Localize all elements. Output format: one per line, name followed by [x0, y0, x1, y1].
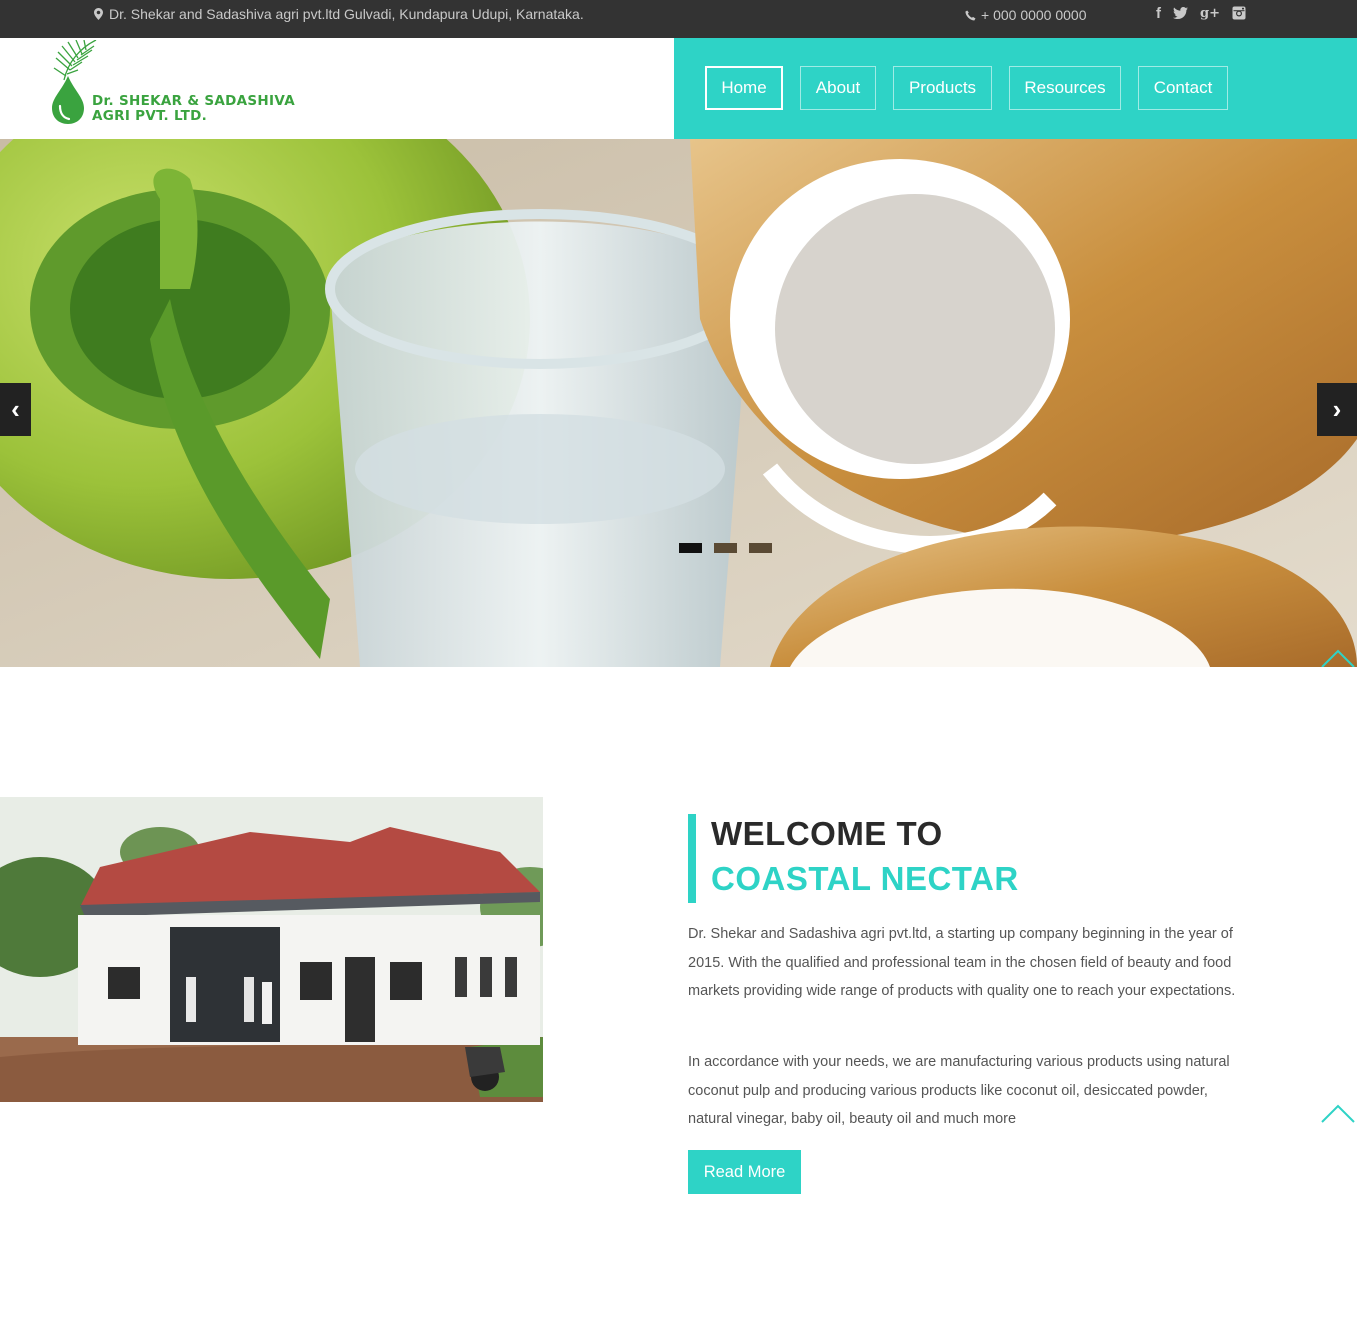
slider-prev-button[interactable]: ‹ [0, 383, 31, 436]
read-more-button[interactable]: Read More [688, 1150, 801, 1194]
welcome-paragraph-1: Dr. Shekar and Sadashiva agri pvt.ltd, a… [688, 926, 1236, 999]
header-logo-area: Dr. SHEKAR & SADASHIVA AGRI PVT. LTD. [0, 38, 674, 139]
top-bar: Dr. Shekar and Sadashiva agri pvt.ltd Gu… [0, 0, 1357, 38]
hero-slider: ‹ › [0, 139, 1357, 667]
facebook-icon[interactable]: f [1156, 4, 1161, 22]
main-nav-area: Home About Products Resources Contact [674, 38, 1357, 139]
phone-text: + 000 0000 0000 [981, 7, 1087, 23]
company-name: Dr. SHEKAR & SADASHIVA AGRI PVT. LTD. [92, 94, 295, 124]
hero-slide-image [0, 139, 1357, 667]
nav-contact[interactable]: Contact [1138, 66, 1228, 110]
phone: + 000 0000 0000 [965, 7, 1087, 23]
welcome-accent-bar [688, 814, 696, 903]
twitter-icon[interactable] [1173, 4, 1188, 22]
google-plus-icon[interactable]: g+ [1200, 4, 1220, 22]
slider-dot-3[interactable] [749, 543, 772, 553]
scroll-to-top-icon-2[interactable] [1320, 1100, 1356, 1124]
nav-resources[interactable]: Resources [1009, 66, 1121, 110]
factory-building-image [0, 797, 543, 1102]
welcome-paragraph-2: In accordance with your needs, we are ma… [688, 1054, 1230, 1127]
nav-home[interactable]: Home [705, 66, 783, 110]
slider-dot-1[interactable] [679, 543, 702, 553]
phone-icon [965, 10, 976, 20]
address: Dr. Shekar and Sadashiva agri pvt.ltd Gu… [94, 6, 584, 22]
company-name-line1: Dr. SHEKAR & SADASHIVA [92, 93, 295, 109]
nav-about[interactable]: About [800, 66, 876, 110]
welcome-heading-line1: WELCOME TO [711, 815, 943, 852]
slider-next-button[interactable]: › [1317, 383, 1357, 436]
company-name-line2: AGRI PVT. LTD. [92, 108, 208, 124]
welcome-heading-line2: COASTAL NECTAR [711, 860, 1019, 897]
scroll-to-top-icon[interactable] [1320, 645, 1356, 667]
social-links: f g+ [1156, 4, 1246, 22]
nav-products[interactable]: Products [893, 66, 992, 110]
slider-indicators [679, 543, 772, 553]
main-nav: Home About Products Resources Contact [705, 66, 1245, 110]
map-marker-icon [94, 8, 103, 20]
address-text: Dr. Shekar and Sadashiva agri pvt.ltd Gu… [109, 6, 584, 22]
instagram-icon[interactable] [1232, 4, 1246, 22]
slider-dot-2[interactable] [714, 543, 737, 553]
